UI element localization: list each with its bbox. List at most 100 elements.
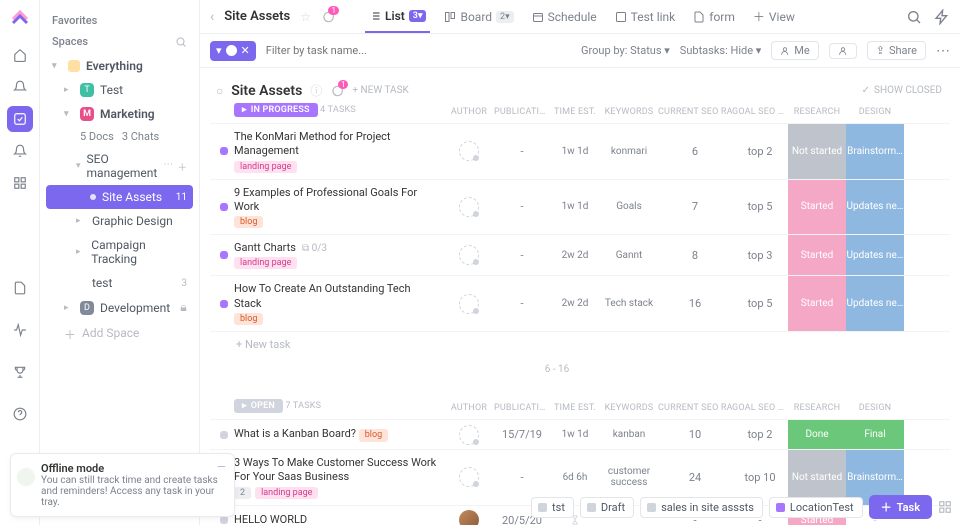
group-status-pill[interactable]: ▸IN PROGRESS — [234, 103, 318, 117]
task-name[interactable]: What is a Kanban Board? blog — [234, 427, 392, 440]
apps-icon[interactable] — [7, 170, 33, 196]
task-name[interactable]: How To Create An Outstanding Tech Stack — [234, 282, 411, 309]
tray-task-chip[interactable]: Draft — [580, 497, 634, 518]
time-est-cell[interactable]: 1w 1d — [550, 201, 600, 212]
help-icon[interactable] — [7, 401, 33, 427]
tab-board[interactable]: Board2▾ — [440, 0, 517, 33]
status-cell[interactable]: Done — [788, 420, 846, 449]
col-pub[interactable]: PUBLICATION DA… — [494, 107, 550, 117]
add-space-button[interactable]: ＋Add Space — [46, 320, 193, 349]
pulse-icon[interactable] — [7, 317, 33, 343]
goal-cell[interactable]: top 5 — [732, 200, 788, 213]
time-est-cell[interactable]: 1w 1d — [550, 146, 600, 157]
col-kw[interactable]: KEYWORDS — [600, 403, 658, 413]
info-icon[interactable]: ⓘ — [310, 82, 322, 99]
notif-outline-icon[interactable] — [7, 74, 33, 100]
col-design[interactable]: DESIGN — [846, 107, 904, 117]
sidebar-item-site-assets[interactable]: Site Assets11 — [46, 185, 193, 209]
tray-grid-icon[interactable] — [938, 500, 952, 514]
pub-date-cell[interactable]: - — [494, 200, 550, 213]
status-dot[interactable] — [220, 203, 228, 211]
assign-author-button[interactable] — [459, 425, 479, 445]
assign-author-button[interactable] — [459, 245, 479, 265]
tab-schedule[interactable]: Schedule — [528, 0, 601, 33]
new-task-header-button[interactable]: + NEW TASK — [352, 85, 408, 96]
status-cell[interactable]: Final — [846, 420, 904, 449]
status-dot[interactable] — [220, 431, 228, 439]
author-avatar[interactable] — [459, 510, 479, 525]
tray-task-chip[interactable]: LocationTest — [769, 497, 863, 518]
rank-cell[interactable]: 24 — [658, 471, 732, 484]
close-icon[interactable]: — — [217, 460, 226, 474]
col-time[interactable]: TIME EST. — [550, 403, 600, 413]
tray-task-chip[interactable]: tst — [531, 497, 574, 518]
keywords-cell[interactable]: customer success — [600, 466, 658, 488]
trophy-icon[interactable] — [7, 359, 33, 385]
pub-date-cell[interactable]: - — [494, 297, 550, 310]
rank-cell[interactable]: 10 — [658, 428, 732, 441]
task-row[interactable]: Gantt Charts⧉ 0/3landing page-2w 2dGannt… — [210, 234, 950, 275]
col-research[interactable]: RESEARCH — [788, 107, 846, 117]
assignee-button[interactable] — [829, 43, 857, 59]
home-icon[interactable] — [7, 42, 33, 68]
more-options-button[interactable]: ⋯ — [936, 43, 950, 59]
time-est-cell[interactable]: 1w 1d — [550, 429, 600, 440]
col-research[interactable]: RESEARCH — [788, 403, 846, 413]
status-dot[interactable] — [220, 251, 228, 259]
assign-author-button[interactable] — [459, 197, 479, 217]
tab-form[interactable]: form — [689, 0, 739, 33]
status-cell[interactable]: Updates ne… — [846, 276, 904, 331]
rank-cell[interactable]: 6 — [658, 145, 732, 158]
tab-list[interactable]: List3▾ — [365, 0, 430, 33]
task-row[interactable]: How To Create An Outstanding Tech Stackb… — [210, 275, 950, 331]
close-icon[interactable]: ✕ — [241, 44, 250, 57]
me-button[interactable]: Me — [771, 41, 818, 60]
filter-chip[interactable]: ▾ ✕ — [210, 41, 256, 61]
back-button[interactable]: ‹ — [210, 9, 214, 25]
more-dots-icon[interactable]: ⋯ — [163, 159, 173, 174]
status-cell[interactable]: Started — [788, 235, 846, 275]
groupby-toggle[interactable]: Group by: Status ▾ — [581, 44, 670, 57]
task-row[interactable]: 9 Examples of Professional Goals For Wor… — [210, 179, 950, 235]
comments-icon[interactable]: 1 — [321, 10, 335, 24]
status-dot[interactable] — [220, 516, 228, 524]
status-cell[interactable]: Started — [788, 180, 846, 235]
status-cell[interactable]: Started — [788, 276, 846, 331]
tab-test-link[interactable]: Test link — [611, 0, 680, 33]
task-name[interactable]: 3 Ways To Make Customer Success Work For… — [234, 456, 436, 483]
status-cell[interactable]: Not started — [788, 124, 846, 179]
pub-date-cell[interactable]: 15/7/19 — [494, 428, 550, 441]
col-rank[interactable]: CURRENT SEO RANK — [658, 107, 732, 117]
new-task-link[interactable]: + New task — [210, 331, 950, 351]
tray-task-chip[interactable]: sales in site asssts — [640, 497, 763, 518]
sidebar-item-seo[interactable]: ▾SEO management⋯＋ — [46, 147, 193, 185]
sidebar-item-marketing[interactable]: ▾MMarketing — [46, 102, 193, 126]
status-dot[interactable] — [220, 300, 228, 308]
task-name[interactable]: 9 Examples of Professional Goals For Wor… — [234, 186, 417, 213]
sidebar-item-everything[interactable]: ▾Everything — [46, 54, 193, 78]
keywords-cell[interactable]: konmari — [600, 146, 658, 157]
rank-cell[interactable]: 8 — [658, 249, 732, 262]
comments-icon[interactable]: 1 — [330, 84, 344, 98]
show-closed-button[interactable]: ✓ SHOW CLOSED — [862, 85, 942, 96]
docs-link[interactable]: 5 Docs — [80, 130, 114, 143]
time-est-cell[interactable]: 2w 2d — [550, 298, 600, 309]
rank-cell[interactable]: 7 — [658, 200, 732, 213]
col-pub[interactable]: PUBLICATION DA… — [494, 403, 550, 413]
col-author[interactable]: AUTHOR — [444, 107, 494, 117]
col-time[interactable]: TIME EST. — [550, 107, 600, 117]
share-button[interactable]: ⇪ Share — [867, 41, 926, 60]
col-rank[interactable]: CURRENT SEO RANK — [658, 403, 732, 413]
sidebar-item-test-list[interactable]: test3 — [46, 271, 193, 295]
task-row[interactable]: The KonMari Method for Project Managemen… — [210, 123, 950, 179]
task-name[interactable]: The KonMari Method for Project Managemen… — [234, 130, 391, 157]
assign-author-button[interactable] — [459, 467, 479, 487]
goal-cell[interactable]: top 5 — [732, 297, 788, 310]
col-kw[interactable]: KEYWORDS — [600, 107, 658, 117]
task-row[interactable]: What is a Kanban Board? blog 15/7/191w 1d… — [210, 419, 950, 449]
time-est-cell[interactable]: 6d 6h — [550, 472, 600, 483]
pub-date-cell[interactable]: - — [494, 145, 550, 158]
task-name[interactable]: Gantt Charts⧉ 0/3 — [234, 241, 327, 254]
breadcrumb[interactable]: Site Assets — [224, 9, 290, 24]
status-cell[interactable]: Updates ne… — [846, 180, 904, 235]
